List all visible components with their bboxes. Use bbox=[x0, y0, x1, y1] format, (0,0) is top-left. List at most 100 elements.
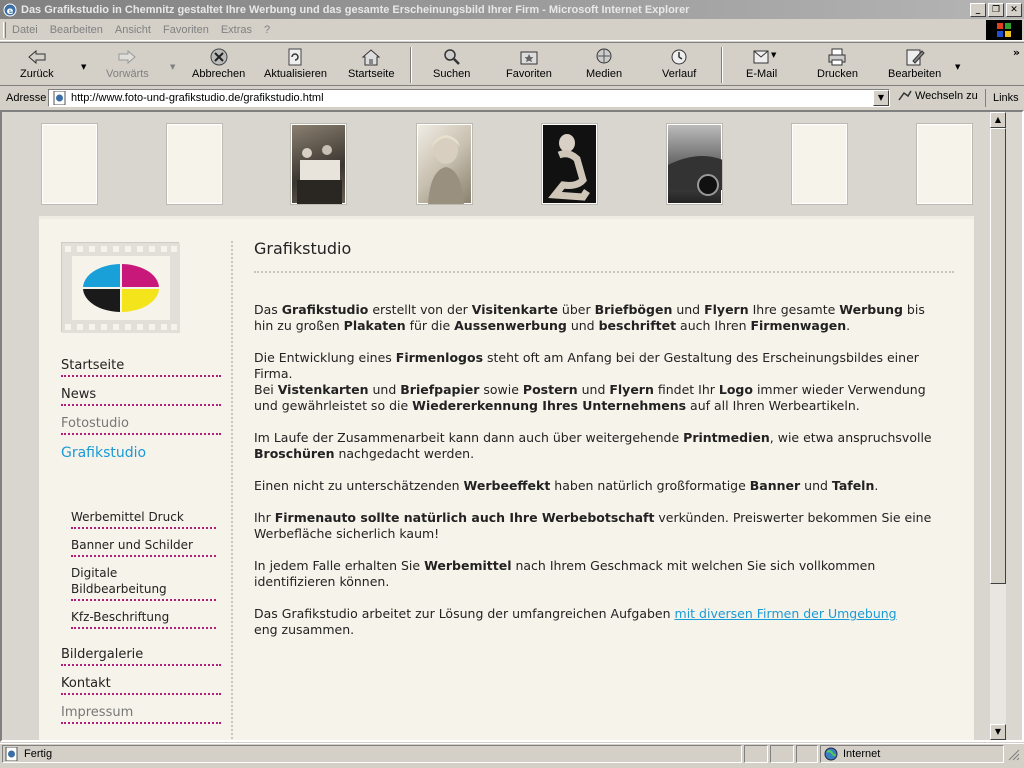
mail-dropdown-icon[interactable]: ▼ bbox=[771, 51, 776, 59]
paragraph-6: In jedem Falle erhalten Sie Werbemittel … bbox=[254, 558, 876, 589]
scroll-up-icon[interactable]: ▲ bbox=[990, 112, 1006, 128]
scroll-down-icon[interactable]: ▼ bbox=[990, 724, 1006, 740]
nav-grafikstudio[interactable]: Grafikstudio bbox=[61, 445, 221, 463]
back-label: Zurück bbox=[20, 68, 54, 80]
nav-fotostudio[interactable]: Fotostudio bbox=[61, 416, 221, 435]
photo-thumb-blank bbox=[791, 123, 848, 205]
photo-thumb-blank bbox=[166, 123, 223, 205]
menu-bearbeiten[interactable]: Bearbeiten bbox=[44, 24, 109, 36]
refresh-icon bbox=[284, 47, 306, 67]
main-text: Das Grafikstudio erstellt von der Visite… bbox=[254, 302, 944, 654]
forward-label: Vorwärts bbox=[106, 68, 149, 80]
subnav-digitale-bildbearbeitung[interactable]: Digitale Bildbearbeitung bbox=[71, 565, 216, 601]
nav-kontakt[interactable]: Kontakt bbox=[61, 676, 221, 695]
vertical-scrollbar[interactable]: ▲ ▼ bbox=[990, 112, 1006, 740]
forward-button[interactable]: Vorwärts bbox=[106, 47, 149, 85]
paragraph-2: Die Entwicklung eines Firmenlogos steht … bbox=[254, 350, 926, 413]
subnav-werbemittel-druck[interactable]: Werbemittel Druck bbox=[71, 509, 216, 529]
stop-icon bbox=[208, 47, 230, 67]
nav-startseite[interactable]: Startseite bbox=[61, 358, 221, 377]
status-cell bbox=[744, 745, 768, 763]
firmen-umgebung-link[interactable]: mit diversen Firmen der Umgebung bbox=[675, 606, 897, 621]
menu-bar: Datei Bearbeiten Ansicht Favoriten Extra… bbox=[0, 19, 1024, 41]
page-box: Startseite News Fotostudio Grafikstudio … bbox=[39, 216, 974, 740]
favorites-icon bbox=[518, 47, 540, 67]
subnav-kfz-beschriftung[interactable]: Kfz-Beschriftung bbox=[71, 609, 216, 629]
print-button[interactable]: Drucken bbox=[817, 47, 858, 85]
history-button[interactable]: Verlauf bbox=[662, 47, 696, 85]
address-field[interactable]: ▼ bbox=[48, 89, 890, 107]
menu-extras[interactable]: Extras bbox=[215, 24, 258, 36]
status-text-cell: Fertig bbox=[2, 745, 742, 763]
media-label: Medien bbox=[586, 68, 623, 80]
stop-button[interactable]: Abbrechen bbox=[192, 47, 245, 85]
home-button[interactable]: Startseite bbox=[348, 47, 394, 85]
zone-cell: Internet bbox=[820, 745, 1004, 763]
go-label: Wechseln zu bbox=[915, 90, 978, 102]
paragraph-3: Im Laufe der Zusammenarbeit kann dann au… bbox=[254, 430, 932, 461]
status-cell bbox=[770, 745, 794, 763]
zone-text: Internet bbox=[843, 748, 881, 760]
stop-label: Abbrechen bbox=[192, 68, 246, 80]
mail-icon bbox=[751, 47, 773, 67]
page-icon bbox=[53, 91, 66, 105]
refresh-label: Aktualisieren bbox=[264, 68, 327, 80]
minimize-button[interactable]: _ bbox=[970, 2, 986, 17]
paragraph-4: Einen nicht zu unterschätzenden Werbeeff… bbox=[254, 478, 879, 493]
toolbar-more-icon[interactable]: » bbox=[1013, 46, 1020, 59]
edit-icon bbox=[904, 47, 926, 67]
status-cell bbox=[796, 745, 818, 763]
resize-grip-icon[interactable] bbox=[1006, 747, 1020, 761]
history-label: Verlauf bbox=[662, 68, 697, 80]
home-label: Startseite bbox=[348, 68, 395, 80]
browser-viewport: Startseite News Fotostudio Grafikstudio … bbox=[0, 110, 1024, 742]
maximize-button[interactable]: ❐ bbox=[988, 2, 1004, 17]
status-bar: Fertig Internet bbox=[0, 743, 1024, 763]
back-button[interactable]: Zurück bbox=[20, 47, 54, 85]
status-text: Fertig bbox=[24, 748, 53, 760]
windows-logo-icon bbox=[986, 20, 1022, 40]
links-button[interactable]: Links bbox=[985, 89, 1019, 107]
back-dropdown-icon[interactable]: ▼ bbox=[81, 63, 86, 71]
svg-text:e: e bbox=[7, 6, 14, 17]
address-dropdown-icon[interactable]: ▼ bbox=[873, 90, 889, 106]
address-input[interactable] bbox=[71, 92, 873, 104]
close-button[interactable]: ✕ bbox=[1006, 2, 1022, 17]
edit-dropdown-icon[interactable]: ▼ bbox=[955, 63, 960, 71]
printer-icon bbox=[826, 47, 848, 67]
favorites-button[interactable]: Favoriten bbox=[506, 47, 552, 85]
title-divider bbox=[254, 271, 954, 273]
go-button[interactable]: Wechseln zu bbox=[898, 90, 978, 102]
studio-logo bbox=[61, 242, 180, 333]
edit-label: Bearbeiten bbox=[888, 68, 942, 80]
title-bar: e Das Grafikstudio in Chemnitz gestaltet… bbox=[0, 0, 1024, 19]
menu-ansicht[interactable]: Ansicht bbox=[109, 24, 157, 36]
edit-button[interactable]: Bearbeiten bbox=[888, 47, 941, 85]
toolbar-separator bbox=[721, 47, 723, 83]
search-button[interactable]: Suchen bbox=[433, 47, 470, 85]
refresh-button[interactable]: Aktualisieren bbox=[264, 47, 327, 85]
forward-arrow-icon bbox=[116, 47, 138, 67]
page-content: Startseite News Fotostudio Grafikstudio … bbox=[4, 112, 1006, 740]
menu-favoriten[interactable]: Favoriten bbox=[157, 24, 215, 36]
page-title: Grafikstudio bbox=[254, 239, 352, 258]
ie-icon: e bbox=[3, 3, 17, 17]
photo-thumb-nude[interactable] bbox=[541, 123, 598, 205]
nav-news[interactable]: News bbox=[61, 387, 221, 406]
forward-dropdown-icon[interactable]: ▼ bbox=[170, 63, 175, 71]
nav-bildergalerie[interactable]: Bildergalerie bbox=[61, 647, 221, 666]
media-button[interactable]: Medien bbox=[586, 47, 622, 85]
paragraph-1: Das Grafikstudio erstellt von der Visite… bbox=[254, 302, 925, 333]
photo-thumb-party[interactable] bbox=[290, 123, 347, 205]
go-arrow-icon bbox=[898, 90, 912, 101]
scrollbar-thumb[interactable] bbox=[990, 128, 1006, 584]
subnav-banner-schilder[interactable]: Banner und Schilder bbox=[71, 537, 216, 557]
search-icon bbox=[441, 47, 463, 67]
menu-datei[interactable]: Datei bbox=[6, 24, 44, 36]
nav-impressum[interactable]: Impressum bbox=[61, 705, 221, 724]
menu-help[interactable]: ? bbox=[258, 24, 276, 36]
photo-thumb-portrait[interactable] bbox=[416, 123, 473, 205]
page-status-icon bbox=[5, 747, 18, 761]
photo-thumb-car[interactable] bbox=[666, 123, 723, 205]
history-icon bbox=[668, 47, 690, 67]
